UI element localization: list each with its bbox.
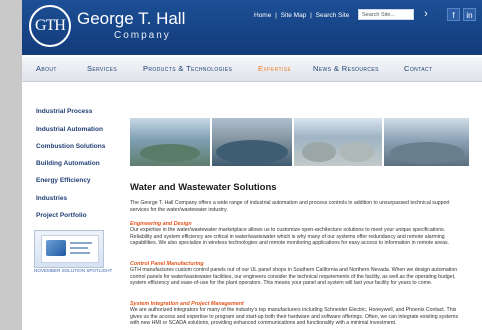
nav-news-resources[interactable]: News & Resources [313,64,379,73]
photo-treatment-plant-1 [130,118,210,166]
facebook-icon[interactable]: f [447,8,460,21]
separator: | [310,12,312,19]
spotlight-text-line [70,242,92,244]
linkedin-icon[interactable]: in [463,8,476,21]
sidebar-item-combustion-solutions[interactable]: Combustion Solutions [36,143,105,150]
photo-tank [140,144,200,162]
photo-clarifier [340,142,374,162]
page-title: Water and Wastewater Solutions [130,182,277,193]
intro-paragraph: The George T. Hall Company offers a wide… [130,200,450,213]
sidebar-item-energy-efficiency[interactable]: Energy Efficiency [36,177,91,184]
logo-company-name[interactable]: George T. Hall [77,9,185,29]
sidebar-item-project-portfolio[interactable]: Project Portfolio [36,212,87,219]
photo-clarifier [302,142,336,162]
search-submit-icon[interactable]: › [419,8,433,21]
nav-expertise[interactable]: Expertise [258,64,291,73]
photo-treatment-plant-3 [294,118,382,166]
solution-spotlight-banner[interactable] [34,230,104,268]
logo-monogram[interactable]: GTH [29,5,71,47]
sidebar-item-building-automation[interactable]: Building Automation [36,160,100,167]
sidebar-item-industries[interactable]: Industries [36,195,67,202]
nav-products-technologies[interactable]: Products & Technologies [143,64,232,73]
logo-company-sub: Company [114,30,171,41]
site-header: GTH George T. Hall Company Home | Site M… [22,0,482,55]
site-map-link[interactable]: Site Map [281,12,307,19]
top-links: Home | Site Map | Search Site [254,12,351,19]
section-body-engineering: Our expertise in the water/wastewater ma… [130,227,450,247]
spotlight-image [41,235,99,263]
home-link[interactable]: Home [254,12,271,19]
sidebar-item-industrial-automation[interactable]: Industrial Automation [36,126,103,133]
page: GTH George T. Hall Company Home | Site M… [22,0,482,330]
separator: | [275,12,277,19]
hero-photo-strip [130,118,469,166]
photo-basin [390,142,464,164]
photo-treatment-plant-4 [384,118,469,166]
main-nav: About Services Products & Technologies E… [22,57,482,82]
photo-treatment-plant-2 [212,118,292,166]
nav-about[interactable]: About [36,64,57,73]
section-body-control-panel: GTH manufactures custom control panels o… [130,267,458,287]
nav-services[interactable]: Services [87,64,117,73]
section-body-system-integration: We are authorized integrators for many o… [130,307,459,327]
spotlight-text-line [70,252,90,254]
spotlight-text-line [70,247,88,249]
search-site-label: Search Site [315,12,350,19]
nav-contact[interactable]: Contact [404,64,432,73]
spotlight-graphic [46,240,66,256]
spotlight-caption[interactable]: NOVEMBER SOLUTION SPOTLIGHT [34,268,112,273]
sidebar-item-industrial-process[interactable]: Industrial Process [36,108,92,115]
search-input[interactable]: Search Site... [358,9,414,20]
photo-water-pool [216,140,288,164]
